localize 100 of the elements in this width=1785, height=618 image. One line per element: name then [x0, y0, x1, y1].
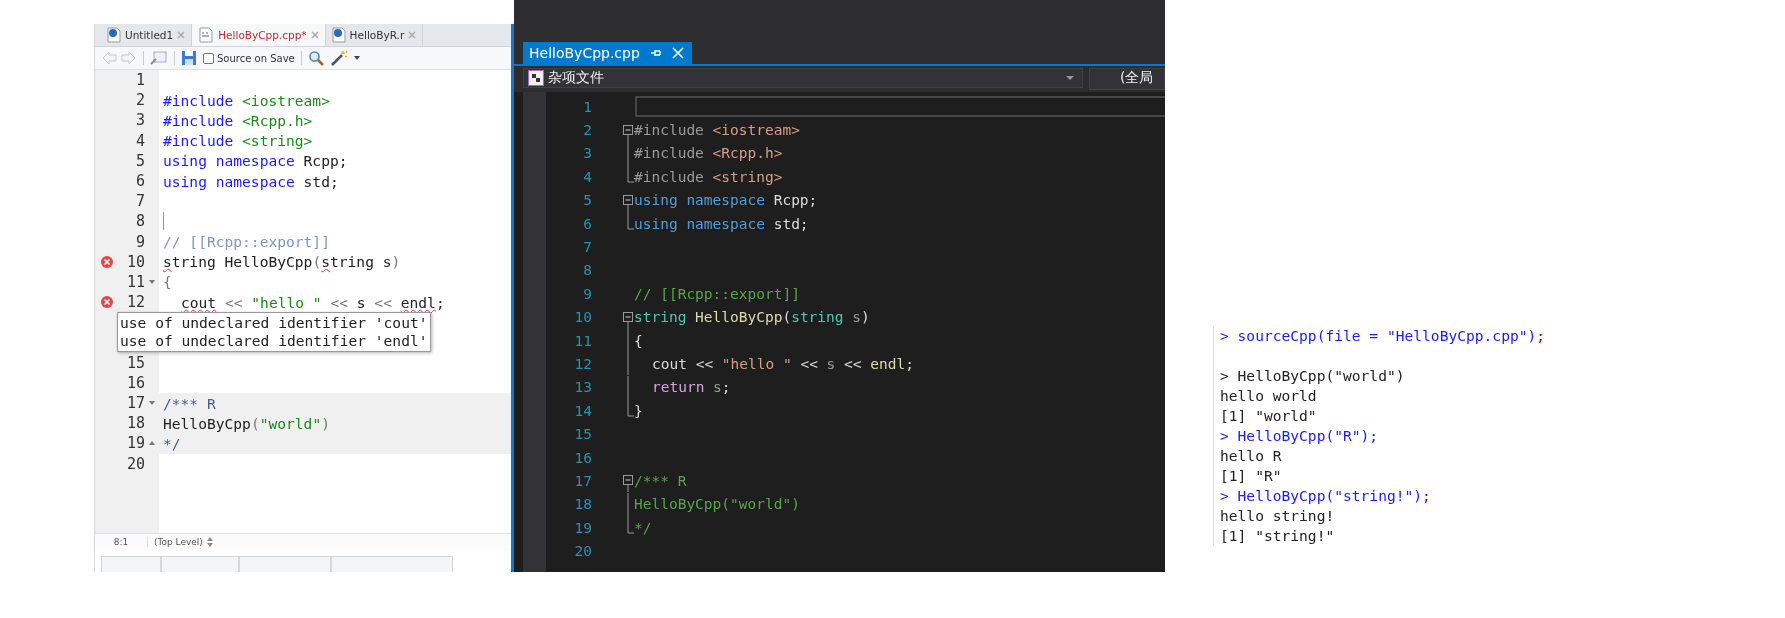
- code-line: // [[Rcpp::export]]: [163, 233, 330, 251]
- line-number: 17: [126, 394, 145, 413]
- file-tab[interactable]: HelloByCpp.cpp: [523, 42, 692, 64]
- code-line: string HelloByCpp(string s): [163, 253, 401, 271]
- console-output: > HelloByCpp("world"): [1220, 366, 1406, 386]
- line-number: 8: [135, 212, 145, 231]
- code-editor-area[interactable]: [95, 70, 511, 533]
- code-line: }: [634, 402, 643, 419]
- line-number: 2: [582, 122, 592, 139]
- line-number: 19: [126, 434, 145, 453]
- code-line: cout << "hello " << s << endl;: [651, 356, 914, 372]
- line-number: 10: [126, 252, 145, 271]
- console-command: > HelloByCpp("string!");: [1220, 486, 1432, 506]
- scope-selector[interactable]: (Top Level): [148, 537, 213, 547]
- line-number: 20: [126, 454, 145, 473]
- line-number: 3: [582, 145, 592, 162]
- code-line: */: [634, 519, 652, 536]
- line-number: 15: [573, 426, 592, 443]
- console-output: [1] "string!": [1220, 526, 1336, 546]
- search-icon[interactable]: [307, 50, 324, 66]
- up-down-caret-icon: [206, 537, 213, 547]
- code-line: /*** R: [634, 472, 687, 489]
- r-file-icon: [331, 27, 346, 43]
- fold-up-icon[interactable]: [149, 441, 155, 446]
- line-number: 7: [582, 239, 592, 256]
- tooltip-message: use of undeclared identifier 'cout': [120, 314, 428, 333]
- line-number: 8: [582, 262, 592, 279]
- close-icon[interactable]: [310, 31, 319, 39]
- caret-icon[interactable]: [353, 56, 360, 60]
- code-line: // [[Rcpp::export]]: [634, 285, 800, 302]
- line-number: 17: [573, 472, 592, 489]
- line-number: 5: [582, 192, 592, 209]
- line-number: 18: [126, 414, 145, 433]
- pin-icon[interactable]: [649, 47, 662, 59]
- line-number: 9: [135, 232, 145, 251]
- line-number: 13: [573, 379, 592, 396]
- save-icon[interactable]: [181, 50, 197, 66]
- cpp-file-icon: [198, 27, 215, 43]
- console-output: hello world: [1220, 386, 1318, 406]
- file-tab[interactable]: HelloByCpp.cpp*: [192, 24, 326, 46]
- code-line: #include <iostream>: [634, 122, 800, 139]
- project-dropdown[interactable]: 杂项文件: [523, 68, 1083, 88]
- console-output: [1] "world": [1220, 406, 1318, 426]
- window-icon[interactable]: [150, 50, 168, 66]
- line-number: 3: [135, 111, 145, 130]
- line-number: 2: [135, 91, 145, 110]
- code-line: #include <Rcpp.h>: [634, 145, 783, 162]
- line-number: 5: [135, 151, 145, 170]
- line-number: 14: [573, 402, 592, 419]
- magic-wand-icon[interactable]: [329, 50, 348, 66]
- project-icon: [528, 70, 544, 86]
- line-number: 11: [573, 332, 592, 349]
- line-number: 12: [573, 356, 592, 372]
- code-line: {: [634, 332, 643, 349]
- r-file-icon: [107, 27, 121, 43]
- line-number: 6: [582, 215, 592, 232]
- source-on-save-checkbox[interactable]: Source on Save: [203, 52, 295, 64]
- line-number: 10: [573, 309, 592, 326]
- line-number: 19: [573, 519, 592, 536]
- line-number: 18: [573, 496, 592, 513]
- line-number: 15: [126, 353, 145, 372]
- line-number: 4: [582, 168, 592, 185]
- code-line: #include <Rcpp.h>: [163, 111, 313, 129]
- console-output: [1] "R": [1220, 466, 1283, 486]
- caret-icon: [1066, 76, 1074, 80]
- line-number: 7: [135, 192, 145, 211]
- line-number: 6: [135, 172, 145, 191]
- line-number: 20: [573, 543, 592, 560]
- line-number: 1: [582, 98, 592, 115]
- line-number: 16: [573, 449, 592, 466]
- code-line: using namespace std;: [634, 215, 809, 232]
- code-line: #include <iostream>: [163, 91, 330, 109]
- code-line: /*** R: [163, 394, 216, 412]
- file-tab[interactable]: Untitled1: [101, 24, 193, 46]
- code-line: using namespace std;: [163, 172, 339, 190]
- fold-down-icon[interactable]: [149, 279, 155, 284]
- line-number: 11: [126, 272, 145, 291]
- console-command: > sourceCpp(file = "HelloByCpp.cpp");: [1220, 326, 1546, 346]
- code-line: #include <string>: [634, 168, 783, 185]
- code-line: string HelloByCpp(string s): [634, 309, 870, 326]
- line-number: 9: [582, 285, 592, 302]
- code-line: {: [163, 273, 172, 291]
- scope-dropdown[interactable]: (全局: [1089, 68, 1165, 90]
- console-output: hello R: [1220, 446, 1283, 466]
- line-number: 12: [126, 293, 145, 312]
- code-line: #include <string>: [163, 132, 313, 150]
- tooltip-message: use of undeclared identifier 'endl': [120, 332, 428, 351]
- code-line: return s;: [651, 379, 731, 396]
- cursor-position: 8:1: [95, 537, 148, 547]
- line-number: 16: [126, 373, 145, 392]
- code-line: */: [163, 435, 181, 452]
- fold-down-icon[interactable]: [149, 401, 155, 406]
- line-number: 1: [135, 71, 145, 90]
- code-line: using namespace Rcpp;: [634, 192, 818, 209]
- code-line: HelloByCpp("world"): [634, 496, 800, 513]
- console-output: hello string!: [1220, 506, 1336, 526]
- code-line: using namespace Rcpp;: [163, 152, 348, 170]
- file-tab[interactable]: HelloByR.r: [325, 24, 424, 46]
- console-command: > HelloByCpp("R");: [1220, 426, 1380, 446]
- code-line: HelloByCpp("world"): [163, 414, 330, 432]
